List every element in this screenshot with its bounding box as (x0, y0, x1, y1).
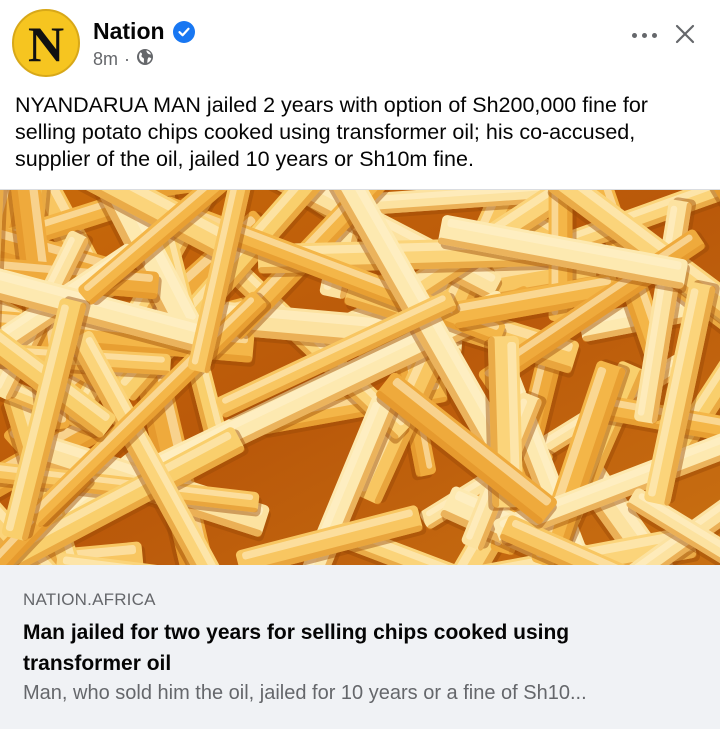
post-meta: 8m · (93, 48, 154, 71)
french-fries-image (0, 190, 720, 566)
post-header: N Nation 8m · (0, 0, 720, 88)
page-avatar[interactable]: N (12, 9, 80, 77)
avatar-logo-letter: N (27, 16, 65, 72)
verified-badge-icon (172, 20, 195, 43)
post-text: NYANDARUA MAN jailed 2 years with option… (15, 93, 648, 171)
meta-separator: · (124, 49, 131, 69)
link-domain: NATION.AFRICA (23, 590, 156, 609)
post-timestamp[interactable]: 8m (93, 49, 118, 70)
page-name-link[interactable]: Nation (93, 18, 165, 45)
more-options-icon[interactable] (626, 22, 662, 48)
link-title[interactable]: Man jailed for two years for selling chi… (23, 617, 683, 679)
globe-icon[interactable] (136, 48, 154, 71)
page-name-row: Nation (93, 18, 195, 45)
link-preview-card[interactable]: NATION.AFRICA Man jailed for two years f… (0, 565, 720, 729)
post-photo[interactable] (0, 189, 720, 566)
link-description: Man, who sold him the oil, jailed for 10… (23, 682, 587, 704)
close-icon[interactable] (671, 20, 699, 48)
